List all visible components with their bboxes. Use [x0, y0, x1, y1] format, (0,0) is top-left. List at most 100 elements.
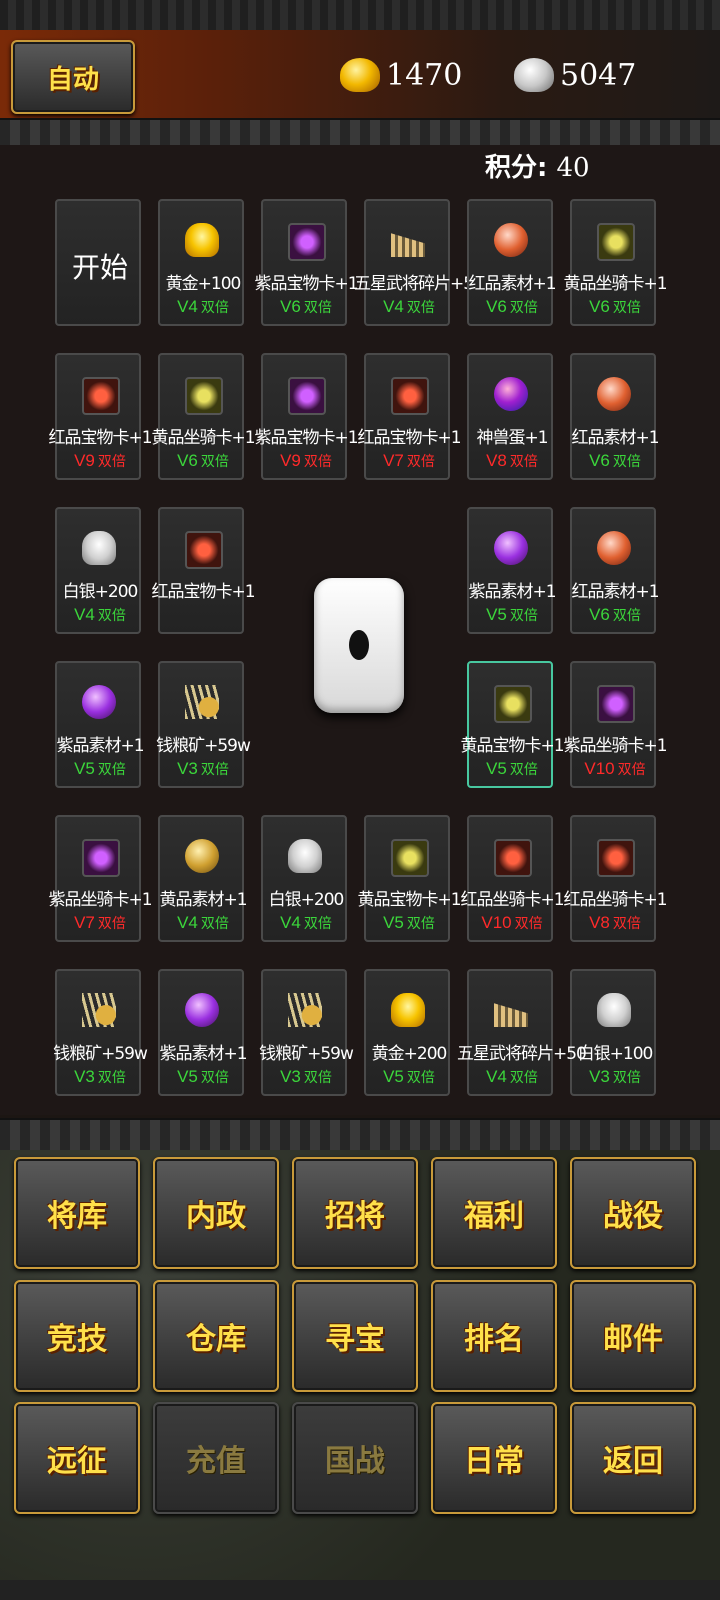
board-cell[interactable]: 红品素材+1 V6 双倍 [570, 507, 660, 634]
double-label: 双倍 [612, 916, 641, 932]
board-cell[interactable]: 钱粮矿+59w V3 双倍 [53, 969, 148, 1096]
cell-reward-name: 神兽蛋+1 [476, 428, 548, 448]
vip-level: V4 [177, 297, 198, 316]
menu-button[interactable]: 仓库 [153, 1280, 279, 1392]
double-label: 双倍 [617, 762, 646, 778]
board-cell[interactable]: 红品坐骑卡+1 V10 双倍 [460, 815, 565, 942]
cell-reward-name: 紫品坐骑卡+1 [563, 736, 667, 756]
board-cell[interactable]: 神兽蛋+1 V8 双倍 [467, 353, 553, 480]
board-cell[interactable]: 紫品宝物卡+1 V9 双倍 [254, 353, 359, 480]
general-fragment-icon [391, 233, 425, 257]
yellow-mount-card-icon [185, 377, 223, 415]
board-cell[interactable]: 紫品素材+1 V5 双倍 [158, 969, 248, 1096]
board-cell[interactable]: 紫品素材+1 V5 双倍 [55, 661, 145, 788]
cell-reward-name: 红品素材+1 [571, 582, 659, 602]
board-cell[interactable]: 红品宝物卡+1 V7 双倍 [357, 353, 462, 480]
double-label: 双倍 [303, 454, 332, 470]
header-divider [0, 118, 720, 148]
cell-reward-name: 五星武将碎片+50 [354, 274, 484, 294]
menu-button[interactable]: 邮件 [570, 1280, 696, 1392]
cell-reward-name: 紫品坐骑卡+1 [48, 890, 152, 910]
board-cell[interactable]: 红品坐骑卡+1 V8 双倍 [563, 815, 668, 942]
board-cell[interactable]: 黄金+100 V4 双倍 [158, 199, 244, 326]
vip-level: V9 [280, 451, 301, 470]
board-cell[interactable]: 紫品素材+1 V5 双倍 [467, 507, 557, 634]
double-label: 双倍 [509, 454, 538, 470]
menu-button[interactable]: 福利 [431, 1157, 557, 1269]
cell-vip-bonus: V10 双倍 [572, 759, 658, 779]
menu-button[interactable]: 招将 [292, 1157, 418, 1269]
red-treasure-card-icon [82, 377, 120, 415]
vip-level: V5 [486, 605, 507, 624]
board-cell[interactable]: 红品宝物卡+1 V9 双倍 [48, 353, 153, 480]
start-cell[interactable]: 开始 [55, 199, 141, 326]
vip-level: V8 [486, 451, 507, 470]
dice[interactable] [314, 578, 404, 713]
menu-button[interactable]: 寻宝 [292, 1280, 418, 1392]
cell-reward-name: 紫品宝物卡+1 [254, 274, 358, 294]
cell-reward-name: 红品素材+1 [571, 428, 659, 448]
board-cell[interactable]: 黄品坐骑卡+1 V6 双倍 [151, 353, 256, 480]
menu-button[interactable]: 充值 [153, 1402, 279, 1514]
double-label: 双倍 [612, 454, 641, 470]
vip-level: V3 [280, 1067, 301, 1086]
double-label: 双倍 [97, 916, 126, 932]
menu-button[interactable]: 内政 [153, 1157, 279, 1269]
board-cell[interactable]: 黄金+200 V5 双倍 [364, 969, 450, 1096]
auto-button[interactable]: 自动 [11, 40, 135, 114]
cell-vip-bonus: V4 双倍 [366, 297, 452, 317]
cell-reward-name: 钱粮矿+59w [259, 1044, 354, 1064]
cell-vip-bonus: V8 双倍 [572, 913, 658, 933]
cell-reward-name: 紫品素材+1 [56, 736, 144, 756]
menu-button[interactable]: 远征 [14, 1402, 140, 1514]
double-label: 双倍 [97, 762, 126, 778]
double-label: 双倍 [406, 454, 435, 470]
board-cell[interactable]: 红品宝物卡+1 [151, 507, 256, 634]
board-cell[interactable]: 五星武将碎片+50 V4 双倍 [457, 969, 587, 1096]
silver-value: 5047 [560, 57, 637, 93]
menu-button[interactable]: 国战 [292, 1402, 418, 1514]
menu-button[interactable]: 竞技 [14, 1280, 140, 1392]
board-divider [0, 1118, 720, 1152]
double-label: 双倍 [97, 608, 126, 624]
cell-vip-bonus: V5 双倍 [469, 605, 555, 625]
double-label: 双倍 [509, 300, 538, 316]
board-cell[interactable]: 紫品坐骑卡+1 V10 双倍 [563, 661, 668, 788]
bottom-border [0, 1580, 720, 1600]
board-cell[interactable]: 红品素材+1 V6 双倍 [467, 199, 557, 326]
red-treasure-card-icon [391, 377, 429, 415]
board-cell[interactable]: 白银+200 V4 双倍 [261, 815, 347, 942]
menu-button[interactable]: 排名 [431, 1280, 557, 1392]
cell-vip-bonus: V9 双倍 [263, 451, 349, 471]
board-cell[interactable]: 紫品宝物卡+1 V6 双倍 [254, 199, 359, 326]
double-label: 双倍 [303, 1070, 332, 1086]
board-cell[interactable]: 五星武将碎片+50 V4 双倍 [354, 199, 484, 326]
board-cell[interactable]: 黄品宝物卡+1 V5 双倍 [357, 815, 462, 942]
menu-button[interactable]: 将库 [14, 1157, 140, 1269]
board-cell[interactable]: 白银+100 V3 双倍 [570, 969, 656, 1096]
menu-button[interactable]: 战役 [570, 1157, 696, 1269]
grain-mine-icon [288, 993, 322, 1027]
board-cell[interactable]: 黄品坐骑卡+1 V6 双倍 [563, 199, 668, 326]
double-label: 双倍 [97, 1070, 126, 1086]
cell-vip-bonus: V7 双倍 [57, 913, 143, 933]
red-treasure-card-icon [185, 531, 223, 569]
cell-vip-bonus: V3 双倍 [572, 1067, 658, 1087]
vip-level: V5 [383, 1067, 404, 1086]
board-cell[interactable]: 白银+200 V4 双倍 [55, 507, 141, 634]
cell-reward-name: 黄品宝物卡+1 [460, 736, 564, 756]
board-cell[interactable]: 钱粮矿+59w V3 双倍 [156, 661, 251, 788]
board-cell[interactable]: 钱粮矿+59w V3 双倍 [259, 969, 354, 1096]
menu-button[interactable]: 返回 [570, 1402, 696, 1514]
board-cell[interactable]: 黄品宝物卡+1 V5 双倍 [460, 661, 565, 788]
cell-vip-bonus: V5 双倍 [469, 759, 555, 779]
cell-reward-name: 黄金+100 [165, 274, 242, 294]
double-label: 双倍 [612, 608, 641, 624]
silver-ingot-icon [514, 58, 554, 92]
board-cell[interactable]: 红品素材+1 V6 双倍 [570, 353, 660, 480]
board-cell[interactable]: 紫品坐骑卡+1 V7 双倍 [48, 815, 153, 942]
cell-reward-name: 红品坐骑卡+1 [460, 890, 564, 910]
cell-vip-bonus: V6 双倍 [160, 451, 246, 471]
menu-button[interactable]: 日常 [431, 1402, 557, 1514]
board-cell[interactable]: 黄品素材+1 V4 双倍 [158, 815, 248, 942]
